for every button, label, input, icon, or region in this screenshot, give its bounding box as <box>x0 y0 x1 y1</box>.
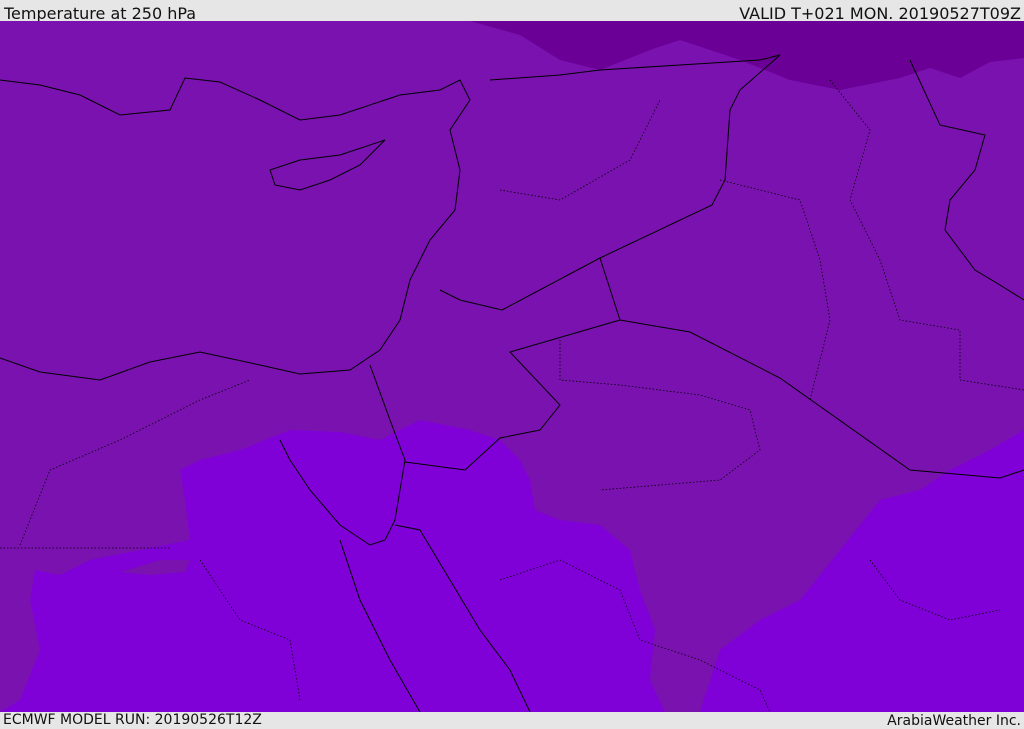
temperature-map <box>0 21 1024 712</box>
header-bar: Temperature at 250 hPa VALID T+021 MON. … <box>0 0 1024 23</box>
footer-bar: ECMWF MODEL RUN: 20190526T12Z ArabiaWeat… <box>0 712 1024 729</box>
credit: ArabiaWeather Inc. <box>887 713 1021 729</box>
model-run: ECMWF MODEL RUN: 20190526T12Z <box>3 712 262 728</box>
